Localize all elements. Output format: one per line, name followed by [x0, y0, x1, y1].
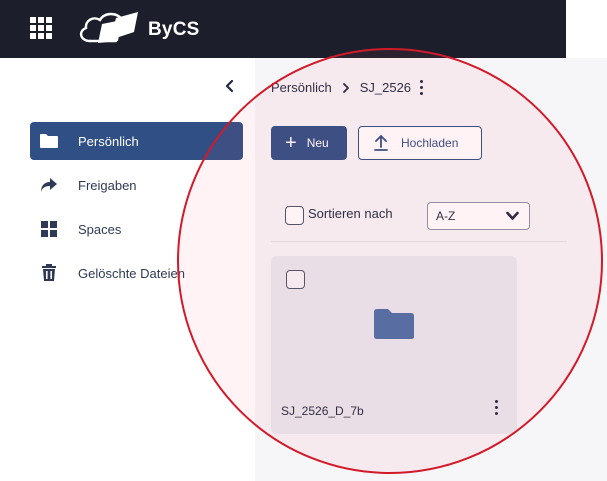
folder-icon [374, 309, 414, 339]
grid-squares-icon [38, 218, 60, 240]
cloud-folder-logo-icon [79, 12, 138, 43]
sidebar-item-freigaben[interactable]: Freigaben [30, 166, 243, 204]
sidebar-item-label: Freigaben [78, 177, 137, 193]
trash-icon [38, 262, 60, 284]
sidebar-nav: Persönlich Freigaben Spaces Gelöschte Da… [30, 122, 243, 298]
sidebar-item-label: Gelöschte Dateien [78, 265, 185, 281]
new-button[interactable]: + Neu [271, 126, 347, 160]
file-name: SJ_2526_D_7b [281, 404, 364, 418]
breadcrumb-current: SJ_2526 [359, 80, 412, 95]
breadcrumb-root[interactable]: Persönlich [271, 80, 332, 95]
sort-row: Sortieren nach A-Z [271, 198, 567, 242]
sort-select[interactable]: A-Z [427, 202, 530, 230]
breadcrumb: Persönlich SJ_2526 [271, 80, 424, 95]
sidebar-item-spaces[interactable]: Spaces [30, 210, 243, 248]
plus-icon: + [285, 132, 297, 154]
main-content: Persönlich SJ_2526 + Neu Hochladen Sorti… [255, 58, 607, 481]
sidebar-item-label: Spaces [78, 221, 122, 237]
select-all-checkbox[interactable] [285, 206, 304, 225]
upload-button[interactable]: Hochladen [358, 126, 482, 160]
sidebar-item-geloeschte-dateien[interactable]: Gelöschte Dateien [30, 254, 243, 292]
upload-button-label: Hochladen [401, 136, 459, 150]
share-arrow-icon [38, 174, 60, 196]
grid-apps-icon[interactable] [30, 17, 52, 39]
sort-label: Sortieren nach [308, 206, 393, 221]
top-bar: ByCS [0, 0, 566, 58]
sidebar-item-persoenlich[interactable]: Persönlich [30, 122, 243, 160]
sidebar-item-label: Persönlich [78, 133, 139, 149]
sidebar: Persönlich Freigaben Spaces Gelöschte Da… [0, 58, 255, 481]
chevron-right-icon [342, 82, 349, 93]
folder-icon [38, 130, 60, 152]
chevron-down-icon [506, 211, 519, 220]
new-button-label: Neu [306, 136, 329, 150]
more-options-icon[interactable] [495, 400, 498, 415]
chevron-left-icon[interactable] [222, 78, 238, 94]
upload-icon [374, 135, 388, 151]
page: ByCS Persönlich Freigaben Spaces Gelösch… [0, 0, 607, 481]
brand-name[interactable]: ByCS [148, 19, 199, 41]
more-options-icon[interactable] [420, 80, 424, 95]
sort-selected-value: A-Z [436, 209, 456, 223]
file-card[interactable]: SJ_2526_D_7b [271, 256, 517, 434]
file-card-checkbox[interactable] [286, 270, 305, 289]
